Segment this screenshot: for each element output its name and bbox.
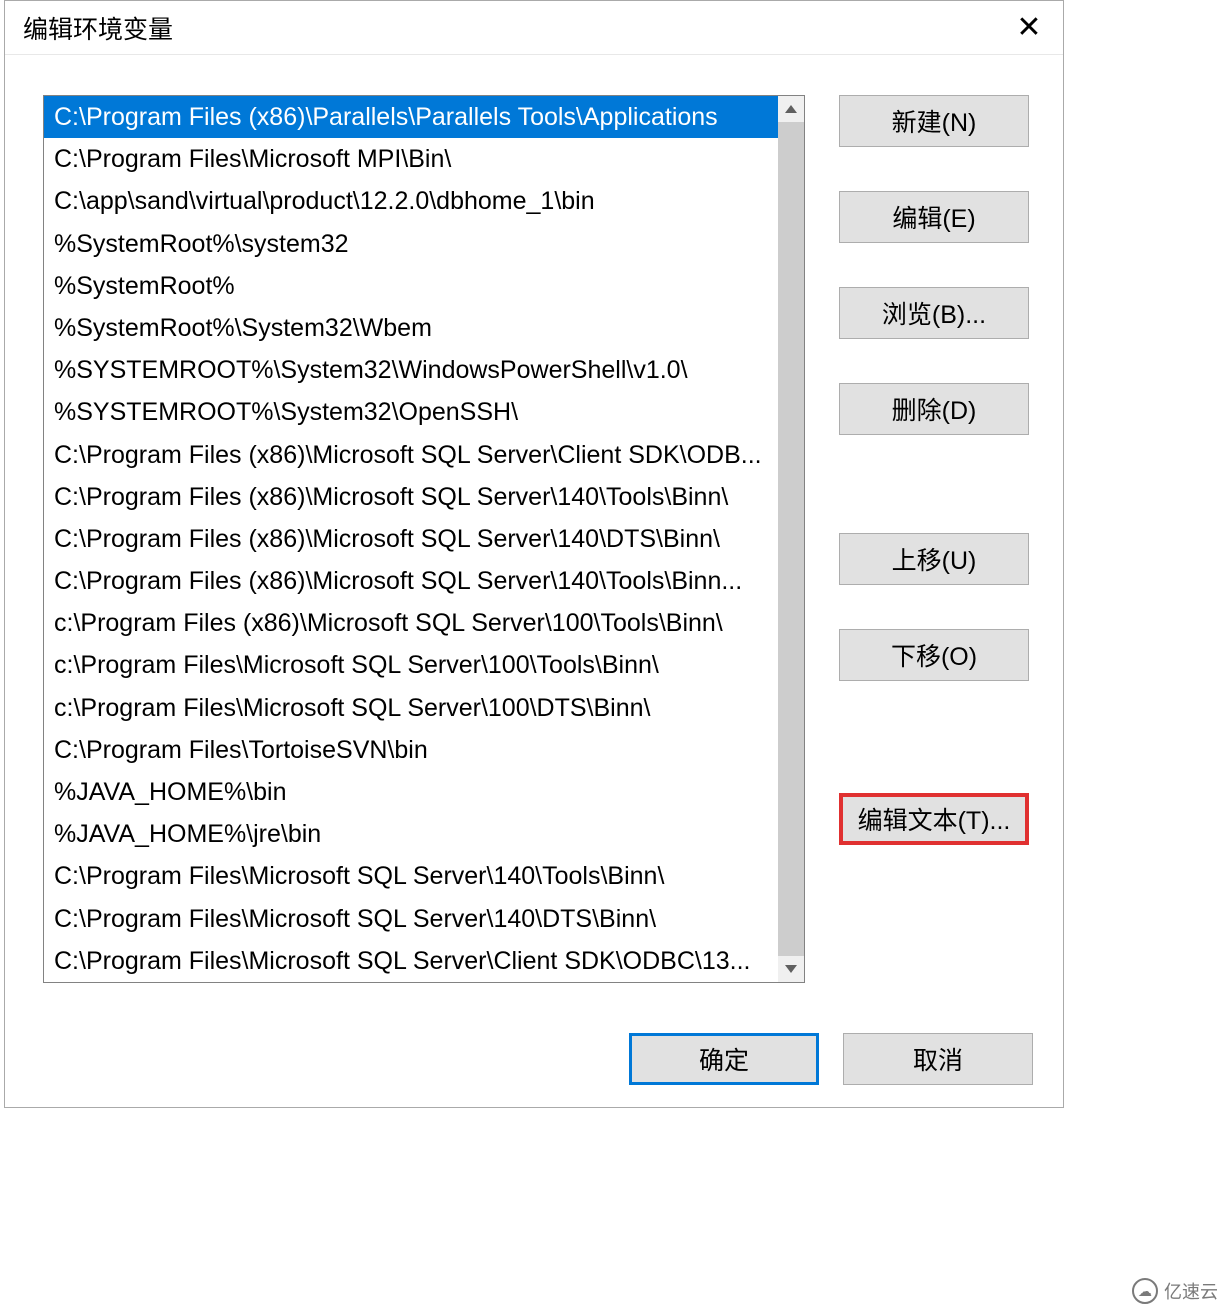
cloud-icon: ☁ bbox=[1132, 1278, 1158, 1304]
scroll-up-icon[interactable] bbox=[778, 96, 804, 122]
path-row[interactable]: C:\Program Files (x86)\Microsoft SQL Ser… bbox=[44, 518, 778, 560]
move-down-button[interactable]: 下移(O) bbox=[839, 629, 1029, 681]
scroll-down-icon[interactable] bbox=[778, 956, 804, 982]
path-row[interactable]: C:\Program Files (x86)\Microsoft SQL Ser… bbox=[44, 476, 778, 518]
new-button[interactable]: 新建(N) bbox=[839, 95, 1029, 147]
dialog-title: 编辑环境变量 bbox=[23, 10, 173, 46]
path-row[interactable]: C:\Program Files\Microsoft SQL Server\14… bbox=[44, 855, 778, 897]
browse-button[interactable]: 浏览(B)... bbox=[839, 287, 1029, 339]
path-row[interactable]: C:\Program Files\Microsoft MPI\Bin\ bbox=[44, 138, 778, 180]
path-row[interactable]: C:\app\sand\virtual\product\12.2.0\dbhom… bbox=[44, 180, 778, 222]
path-row[interactable]: C:\Program Files\Microsoft SQL Server\Cl… bbox=[44, 940, 778, 982]
scrollbar[interactable] bbox=[778, 96, 804, 982]
close-icon[interactable]: ✕ bbox=[1009, 8, 1049, 48]
side-buttons: 新建(N) 编辑(E) 浏览(B)... 删除(D) 上移(U) 下移(O) 编… bbox=[839, 95, 1029, 983]
env-var-dialog: 编辑环境变量 ✕ C:\Program Files (x86)\Parallel… bbox=[4, 0, 1064, 1108]
title-bar: 编辑环境变量 ✕ bbox=[5, 1, 1063, 55]
edit-text-button[interactable]: 编辑文本(T)... bbox=[839, 793, 1029, 845]
delete-button[interactable]: 删除(D) bbox=[839, 383, 1029, 435]
scrollbar-thumb[interactable] bbox=[778, 122, 804, 956]
watermark-text: 亿速云 bbox=[1164, 1278, 1218, 1304]
ok-button[interactable]: 确定 bbox=[629, 1033, 819, 1085]
path-row[interactable]: %JAVA_HOME%\bin bbox=[44, 771, 778, 813]
edit-button[interactable]: 编辑(E) bbox=[839, 191, 1029, 243]
cancel-button[interactable]: 取消 bbox=[843, 1033, 1033, 1085]
path-row[interactable]: C:\Program Files (x86)\Parallels\Paralle… bbox=[44, 96, 778, 138]
path-row[interactable]: c:\Program Files\Microsoft SQL Server\10… bbox=[44, 687, 778, 729]
path-row[interactable]: %SystemRoot%\system32 bbox=[44, 223, 778, 265]
move-up-button[interactable]: 上移(U) bbox=[839, 533, 1029, 585]
path-row[interactable]: c:\Program Files (x86)\Microsoft SQL Ser… bbox=[44, 602, 778, 644]
path-row[interactable]: %SYSTEMROOT%\System32\WindowsPowerShell\… bbox=[44, 349, 778, 391]
path-row[interactable]: c:\Program Files\Microsoft SQL Server\10… bbox=[44, 644, 778, 686]
path-list[interactable]: C:\Program Files (x86)\Parallels\Paralle… bbox=[43, 95, 805, 983]
path-row[interactable]: %SystemRoot% bbox=[44, 265, 778, 307]
path-row[interactable]: C:\Program Files (x86)\Microsoft SQL Ser… bbox=[44, 560, 778, 602]
path-row[interactable]: %SYSTEMROOT%\System32\OpenSSH\ bbox=[44, 391, 778, 433]
dialog-footer: 确定 取消 bbox=[629, 1033, 1033, 1085]
path-row[interactable]: %JAVA_HOME%\jre\bin bbox=[44, 813, 778, 855]
path-row[interactable]: C:\Program Files\TortoiseSVN\bin bbox=[44, 729, 778, 771]
watermark: ☁ 亿速云 bbox=[1124, 1274, 1226, 1308]
path-row[interactable]: %SystemRoot%\System32\Wbem bbox=[44, 307, 778, 349]
path-row[interactable]: C:\Program Files (x86)\Microsoft SQL Ser… bbox=[44, 434, 778, 476]
path-row[interactable]: C:\Program Files\Microsoft SQL Server\14… bbox=[44, 898, 778, 940]
dialog-body: C:\Program Files (x86)\Parallels\Paralle… bbox=[5, 55, 1063, 983]
